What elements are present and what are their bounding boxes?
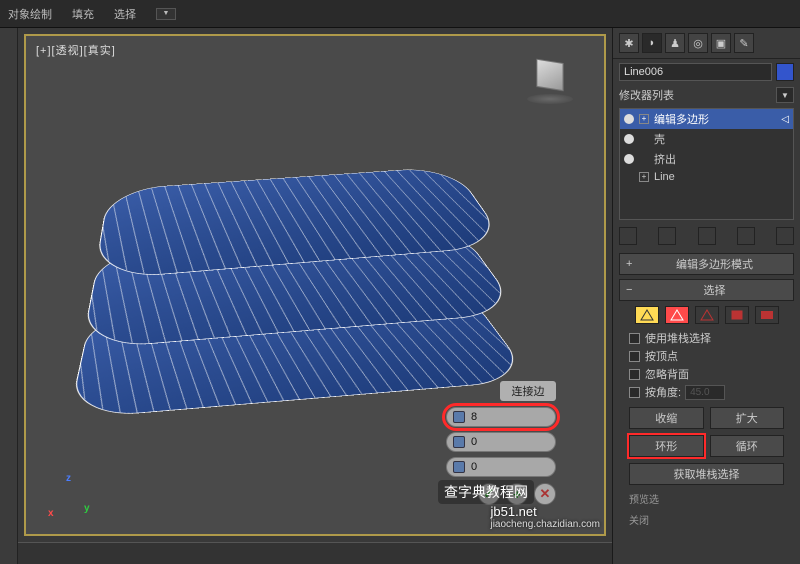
segments-value: 8 [471,411,549,423]
by-angle-check[interactable]: 按角度: [629,384,681,400]
by-vertex-check[interactable]: 按顶点 [629,347,784,365]
pinch-value: 0 [471,436,549,448]
polygon-mode-button[interactable] [725,306,749,324]
stack-item-edit-poly[interactable]: + 编辑多边形 ◁ [620,109,793,129]
modify-tab-icon[interactable]: ◗ [642,33,662,53]
check-label: 忽略背面 [645,366,689,382]
viewport-label[interactable]: [+][透视][真实] [36,42,116,58]
rollup-selection[interactable]: −选择 [619,279,794,301]
stack-item-extrude[interactable]: 挤出 [620,149,793,169]
utilities-tab-icon[interactable]: ✎ [734,33,754,53]
object-color-swatch[interactable] [776,63,794,81]
bulb-icon[interactable] [624,134,634,144]
command-panel-tabs: ✱ ◗ ♟ ◎ ▣ ✎ [613,28,800,59]
command-panel: ✱ ◗ ♟ ◎ ▣ ✎ 修改器列表 ▼ + 编辑多边形 ◁ [612,28,800,564]
watermark-brand: 查字典教程网 [438,480,534,504]
shrink-button[interactable]: 收缩 [629,407,704,429]
viewcube-cube-icon[interactable] [536,59,563,92]
angle-value-input[interactable]: 45.0 [685,385,725,400]
edit-poly-arrow-icon: ◁ [781,114,789,125]
axis-z-label: z [66,473,71,484]
expand-icon[interactable]: + [639,172,649,182]
pin-stack-button[interactable] [619,227,637,245]
loop-button[interactable]: 循环 [710,435,785,457]
expand-icon[interactable]: + [639,114,649,124]
create-tab-icon[interactable]: ✱ [619,33,639,53]
modifier-stack[interactable]: + 编辑多边形 ◁ 壳 挤出 + Line [619,108,794,220]
status-bar [18,542,612,564]
menu-select[interactable]: 选择 [114,6,136,22]
stack-label: Line [654,171,675,183]
stack-item-shell[interactable]: 壳 [620,129,793,149]
modifier-list-label: 修改器列表 [619,87,772,103]
viewcube[interactable] [526,56,574,104]
stack-toolbar [613,223,800,249]
check-label: 使用堆栈选择 [645,330,711,346]
border-mode-button[interactable] [695,306,719,324]
grow-button[interactable]: 扩大 [710,407,785,429]
ring-button[interactable]: 环形 [629,435,704,457]
bulb-icon[interactable] [624,114,634,124]
vertex-mode-button[interactable] [635,306,659,324]
viewcube-base [527,94,573,104]
pinch-icon [453,436,465,448]
slide-icon [453,461,465,473]
dropdown-icon[interactable]: ▼ [156,8,176,20]
ignore-backfacing-check[interactable]: 忽略背面 [629,365,784,383]
stack-item-line[interactable]: + Line [620,169,793,185]
unique-button[interactable] [698,227,716,245]
check-label: 按角度: [645,384,681,400]
rollup-label: 编辑多边形模式 [642,256,787,272]
menu-fill[interactable]: 填充 [72,6,94,22]
watermark: jb51.net jiaocheng.chazidian.com [490,504,600,530]
element-mode-button[interactable] [755,306,779,324]
get-stack-selection-button[interactable]: 获取堆栈选择 [629,463,784,485]
remove-mod-button[interactable] [737,227,755,245]
viewport-perspective[interactable]: [+][透视][真实] z y x 连接边 [24,34,606,536]
watermark-sub: jiaocheng.chazidian.com [490,519,600,530]
stack-label: 壳 [654,131,665,147]
rollup-label: 选择 [642,282,787,298]
cancel-button[interactable]: ✕ [534,483,556,505]
stack-label: 编辑多边形 [654,111,709,127]
show-end-button[interactable] [658,227,676,245]
stack-label: 挤出 [654,151,676,167]
watermark-site: jb51.net [490,504,600,519]
menu-object-paint[interactable]: 对象绘制 [8,6,52,22]
rollup-edit-poly-mode[interactable]: +编辑多边形模式 [619,253,794,275]
segments-icon [453,411,465,423]
display-tab-icon[interactable]: ▣ [711,33,731,53]
use-stack-selection-check[interactable]: 使用堆栈选择 [629,329,784,347]
motion-tab-icon[interactable]: ◎ [688,33,708,53]
preview-label: 预览选 [629,491,659,506]
segments-spinner[interactable]: 8 [446,407,556,427]
slide-value: 0 [471,461,549,473]
subobject-row [619,301,794,329]
pinch-spinner[interactable]: 0 [446,432,556,452]
slide-spinner[interactable]: 0 [446,457,556,477]
check-label: 按顶点 [645,348,678,364]
axis-x-label: x [48,508,54,519]
close-label: 关闭 [629,512,649,527]
hierarchy-tab-icon[interactable]: ♟ [665,33,685,53]
config-button[interactable] [776,227,794,245]
edge-mode-button[interactable] [665,306,689,324]
axis-y-label: y [84,503,90,514]
object-name-input[interactable] [619,63,772,81]
popup-title: 连接边 [500,381,556,401]
modifier-list-dropdown[interactable]: ▼ [776,87,794,103]
bulb-icon[interactable] [624,154,634,164]
left-toolstrip [0,28,18,564]
top-menubar: 对象绘制 填充 选择 ▼ [0,0,800,28]
